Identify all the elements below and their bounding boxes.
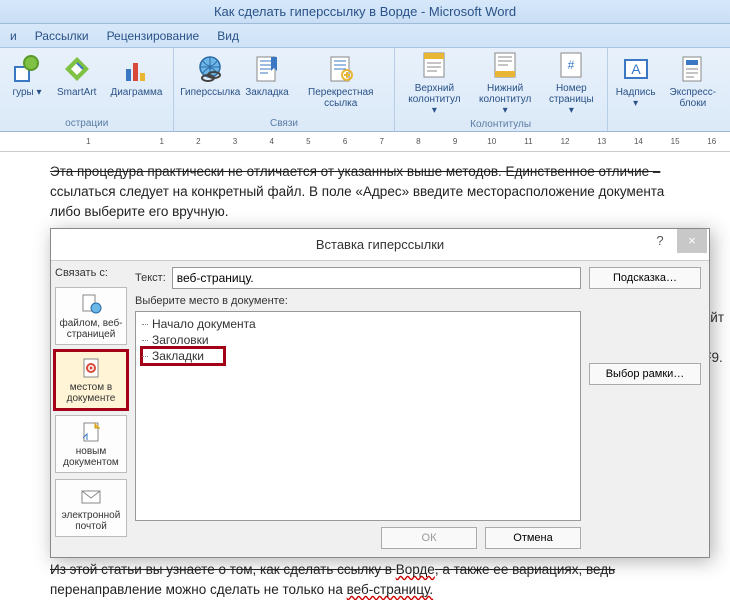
text-label: Текст:: [135, 272, 166, 284]
tree-bookmarks[interactable]: Закладки: [142, 348, 224, 364]
footer-label: Нижний колонтитул: [479, 83, 531, 105]
quickparts-label: Экспресс-блоки: [667, 87, 719, 109]
figures-label: гуры: [12, 87, 33, 98]
ribbon-tabs: и Рассылки Рецензирование Вид: [0, 24, 730, 48]
footer-icon: [489, 49, 521, 81]
linkto-sidebar: Связать с: файлом, веб-страницей местом …: [51, 261, 131, 557]
dialog-main: Текст: Выберите место в документе: Начал…: [131, 261, 589, 557]
smartart-button[interactable]: SmartArt: [52, 50, 101, 101]
pagenumber-label: Номер страницы: [549, 83, 594, 105]
group-headerfooter-label: Колонтитулы: [401, 119, 601, 130]
dialog-help-button[interactable]: ?: [645, 229, 675, 253]
header-icon: [418, 49, 450, 81]
hyperlink-icon: [194, 53, 226, 85]
group-illustrations-label: острации: [6, 116, 167, 130]
cancel-button[interactable]: Отмена: [485, 527, 581, 549]
link-new-doc-label: новым документом: [58, 446, 124, 468]
tree-doc-start[interactable]: Начало документа: [142, 316, 574, 332]
hyperlink-button[interactable]: Гиперссылка: [180, 50, 240, 101]
header-button[interactable]: Верхний колонтитул ▾: [401, 46, 469, 119]
ok-button: ОК: [381, 527, 477, 549]
group-links-label: Связи: [180, 116, 387, 130]
smartart-label: SmartArt: [57, 87, 96, 98]
ribbon-group-links: Гиперссылка Закладка Перекрестная ссылка…: [174, 48, 394, 131]
display-text-input[interactable]: [172, 267, 581, 289]
new-doc-icon: [79, 420, 103, 444]
tab-view[interactable]: Вид: [217, 24, 239, 47]
dialog-right-col: Подсказка… Выбор рамки…: [589, 261, 709, 557]
textbox-button[interactable]: A Надпись ▾: [614, 50, 658, 112]
crossref-button[interactable]: Перекрестная ссылка: [294, 50, 388, 112]
crossref-icon: [325, 53, 357, 85]
dialog-title: Вставка гиперссылки ? ×: [51, 229, 709, 261]
doc-line-2: ссылаться следует на конкретный файл. В …: [50, 184, 664, 199]
textbox-label: Надпись: [616, 87, 656, 98]
tab-review[interactable]: Рецензирование: [107, 24, 200, 47]
bookmark-icon: [251, 53, 283, 85]
pagenumber-icon: #: [555, 49, 587, 81]
footer-button[interactable]: Нижний колонтитул ▾: [472, 46, 538, 119]
chart-icon: [120, 53, 152, 85]
ribbon: гуры ▾ SmartArt Диаграмма острации Гипер…: [0, 48, 730, 132]
place-doc-icon: [79, 356, 103, 380]
tab-fragment[interactable]: и: [10, 24, 17, 47]
svg-text:#: #: [568, 58, 575, 72]
link-new-doc[interactable]: новым документом: [55, 415, 127, 473]
dialog-close-button[interactable]: ×: [677, 229, 707, 253]
bookmark-label: Закладка: [245, 87, 288, 98]
ribbon-group-headerfooter: Верхний колонтитул ▾ Нижний колонтитул ▾…: [395, 48, 608, 131]
frame-button[interactable]: Выбор рамки…: [589, 363, 701, 385]
ruler: 112345678910111213141516: [0, 132, 730, 152]
file-web-icon: [79, 292, 103, 316]
link-place-doc[interactable]: местом в документе: [55, 351, 127, 409]
tab-mailings[interactable]: Рассылки: [35, 24, 89, 47]
doc-line-3: либо выберите его вручную.: [50, 204, 229, 219]
shapes-icon: [11, 53, 43, 85]
figures-button[interactable]: гуры ▾: [6, 50, 48, 101]
place-tree[interactable]: Начало документа Заголовки Закладки: [135, 311, 581, 521]
bookmark-button[interactable]: Закладка: [244, 50, 290, 101]
pagenumber-button[interactable]: # Номер страницы ▾: [542, 46, 601, 119]
ribbon-group-illustrations: гуры ▾ SmartArt Диаграмма острации: [0, 48, 174, 131]
linkto-label: Связать с:: [55, 267, 127, 279]
select-place-label: Выберите место в документе:: [135, 295, 581, 307]
insert-hyperlink-dialog: Вставка гиперссылки ? × Связать с: файло…: [50, 228, 710, 558]
link-place-doc-label: местом в документе: [58, 382, 124, 404]
doc-line-1: Эта процедура практически не отличается …: [50, 164, 660, 179]
quickparts-button[interactable]: Экспресс-блоки: [662, 50, 724, 112]
link-email[interactable]: электронной почтой: [55, 479, 127, 537]
link-email-label: электронной почтой: [58, 510, 124, 532]
tree-headings[interactable]: Заголовки: [142, 332, 574, 348]
ribbon-group-text: A Надпись ▾ Экспресс-блоки: [608, 48, 730, 131]
chart-label: Диаграмма: [110, 87, 162, 98]
quickparts-icon: [677, 53, 709, 85]
link-file-web[interactable]: файлом, веб-страницей: [55, 287, 127, 345]
link-file-web-label: файлом, веб-страницей: [58, 318, 124, 340]
chart-button[interactable]: Диаграмма: [105, 50, 167, 101]
smartart-icon: [61, 53, 93, 85]
hyperlink-label: Гиперссылка: [180, 87, 240, 98]
window-title: Как сделать гиперссылку в Ворде - Micros…: [0, 0, 730, 24]
svg-text:A: A: [631, 61, 641, 77]
document-body[interactable]: Эта процедура практически не отличается …: [0, 152, 730, 230]
email-icon: [79, 484, 103, 508]
group-text-label: [614, 116, 724, 130]
tooltip-button[interactable]: Подсказка…: [589, 267, 701, 289]
textbox-icon: A: [620, 53, 652, 85]
header-label: Верхний колонтитул: [408, 83, 460, 105]
document-body-bottom[interactable]: Из этой статьи вы узнаете о том, как сде…: [50, 560, 690, 600]
crossref-label: Перекрестная ссылка: [299, 87, 383, 109]
